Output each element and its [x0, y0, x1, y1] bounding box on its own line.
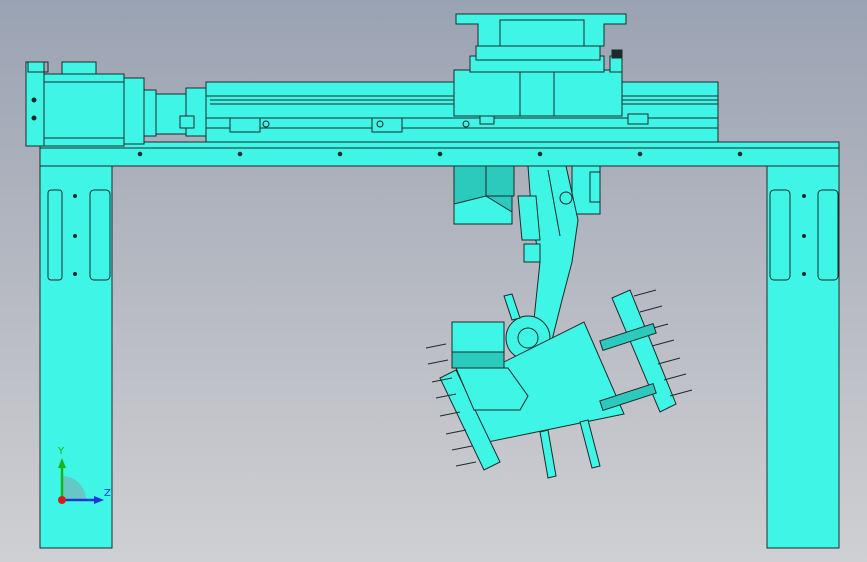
- gantry-top-beam[interactable]: [39, 141, 840, 167]
- axis-carriage[interactable]: [453, 45, 623, 117]
- z-axis-label: Z: [104, 488, 111, 499]
- coupling[interactable]: [143, 87, 207, 137]
- top-mount-plate[interactable]: [455, 13, 627, 47]
- y-axis-label: Y: [57, 446, 65, 457]
- x-axis-icon: [58, 496, 66, 504]
- cad-viewport[interactable]: Y Z: [0, 0, 867, 562]
- robot-arm-link[interactable]: [517, 165, 579, 341]
- servo-motor[interactable]: [25, 61, 145, 147]
- gantry-right-leg[interactable]: [766, 165, 840, 549]
